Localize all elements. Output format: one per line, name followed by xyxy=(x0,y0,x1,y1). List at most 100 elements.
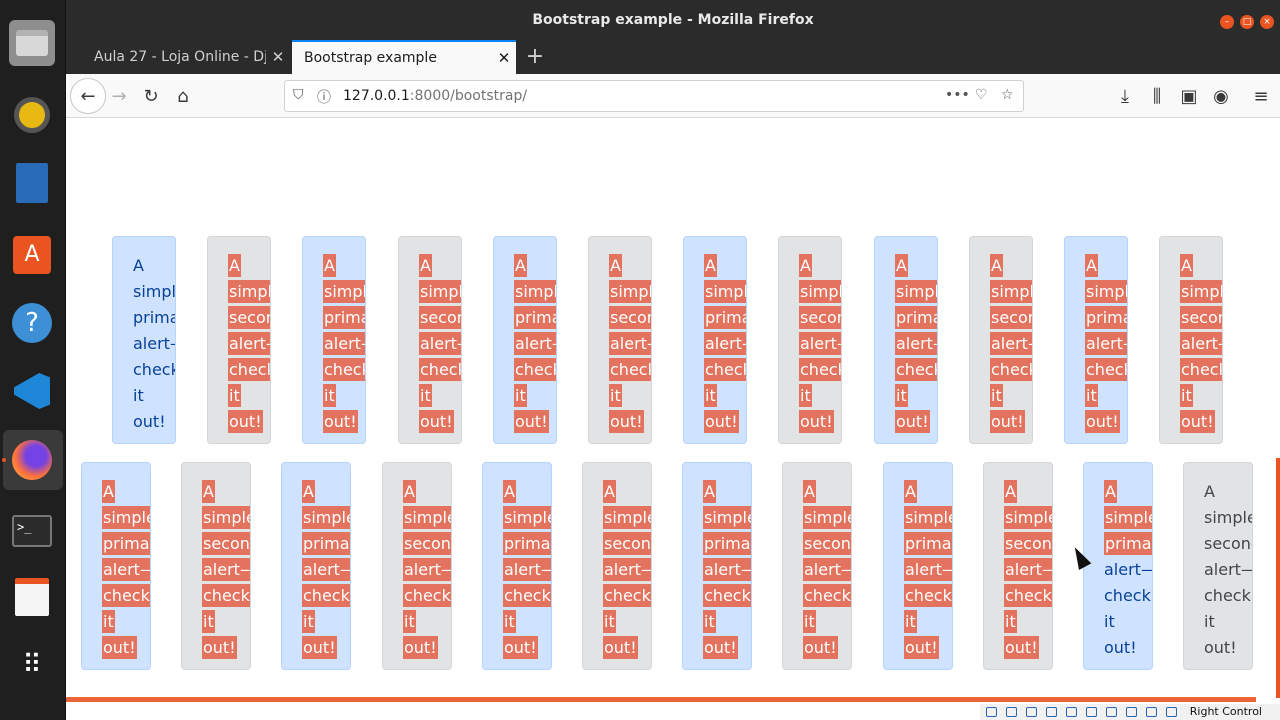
alert-word-text: secondary xyxy=(1204,534,1252,553)
alert-word-text: out! xyxy=(302,636,337,659)
bookmark-star-icon[interactable]: ☆ xyxy=(1001,87,1014,103)
alert-word: check xyxy=(403,583,451,609)
home-button[interactable]: ⌂ xyxy=(168,81,198,111)
alert-word: simple xyxy=(503,505,551,531)
tray-icon xyxy=(986,707,997,717)
page-actions-icon[interactable]: ••• xyxy=(945,87,970,103)
help-icon[interactable]: ? xyxy=(9,300,55,346)
files-icon[interactable] xyxy=(9,20,55,66)
alert-word-text: simple xyxy=(803,506,851,529)
libreoffice-writer-icon[interactable] xyxy=(9,160,55,206)
alert-word: alert— xyxy=(990,331,1032,357)
alert-secondary: Asimple secondary alert— check it out! xyxy=(782,462,852,670)
reload-button[interactable]: ↻ xyxy=(136,81,166,111)
alert-word-text: check xyxy=(323,358,365,381)
url-bar[interactable]: ⛉ ⓘ 127.0.0.1:8000/bootstrap/ ••• ♡ ☆ xyxy=(284,80,1024,112)
account-icon[interactable]: ◉ xyxy=(1206,81,1236,111)
alert-word-text: it xyxy=(1204,612,1215,631)
alert-word: primary xyxy=(1104,531,1152,557)
alert-word-text: alert— xyxy=(503,558,551,581)
info-icon[interactable]: ⓘ xyxy=(317,87,331,107)
tab-bootstrap-example[interactable]: Bootstrap example ✕ xyxy=(292,40,516,74)
alert-word-text: alert— xyxy=(703,558,751,581)
alert-secondary: Asimple secondary alert— check it out! xyxy=(1159,236,1223,444)
alert-word: alert— xyxy=(1085,331,1127,357)
alert-word: A xyxy=(1180,253,1222,279)
alert-word-text: simple xyxy=(1180,280,1222,303)
alert-word: simple xyxy=(419,279,461,305)
alert-word: out! xyxy=(133,409,175,435)
library-icon[interactable]: ⫼ xyxy=(1142,81,1172,111)
rhythmbox-icon[interactable] xyxy=(9,92,55,138)
vertical-scrollbar[interactable] xyxy=(1276,458,1280,698)
alert-word: A xyxy=(1085,253,1127,279)
forward-button[interactable]: → xyxy=(104,81,134,111)
alert-word-text: alert— xyxy=(895,332,937,355)
minimize-button[interactable]: – xyxy=(1220,15,1234,29)
terminal-icon[interactable]: >_ xyxy=(9,508,55,554)
alert-word: it xyxy=(419,383,461,409)
alert-secondary: Asimple secondary alert— check it out! xyxy=(582,462,652,670)
alert-word-text: check xyxy=(403,584,451,607)
alert-word: check xyxy=(202,583,250,609)
alert-word: out! xyxy=(904,635,952,661)
alert-word: simple xyxy=(1004,505,1052,531)
alert-word: alert— xyxy=(1180,331,1222,357)
alert-word-text: A xyxy=(503,480,516,503)
alert-word-text: out! xyxy=(228,410,263,433)
alert-word: it xyxy=(1104,609,1152,635)
firefox-icon[interactable] xyxy=(9,437,55,483)
menu-icon[interactable]: ≡ xyxy=(1246,81,1276,111)
shield-icon[interactable]: ⛉ xyxy=(293,87,304,103)
alert-word-text: primary xyxy=(704,306,746,329)
alert-word-text: simple xyxy=(514,280,556,303)
alert-word: primary xyxy=(133,305,175,331)
pocket-icon[interactable]: ♡ xyxy=(975,87,988,103)
downloads-icon[interactable]: ⤓ xyxy=(1110,81,1140,111)
close-tab-icon[interactable]: ✕ xyxy=(266,48,290,66)
alert-word: check xyxy=(1104,583,1152,609)
vm-status-tray: Right Control xyxy=(980,704,1280,720)
show-applications-icon[interactable]: ⠿ xyxy=(9,642,55,688)
alert-word: it xyxy=(603,609,651,635)
back-button[interactable]: ← xyxy=(70,78,106,114)
alert-word: primary xyxy=(895,305,937,331)
alert-word: secondary xyxy=(1204,531,1252,557)
alert-word: check xyxy=(228,357,270,383)
sidebar-icon[interactable]: ▣ xyxy=(1174,81,1204,111)
alert-word: secondary xyxy=(403,531,451,557)
software-center-icon[interactable]: A xyxy=(9,232,55,278)
alert-word: A xyxy=(799,253,841,279)
vscode-icon[interactable] xyxy=(9,368,55,414)
alert-word-text: secondary xyxy=(228,306,270,329)
alert-word: simple xyxy=(603,505,651,531)
alert-word-text: out! xyxy=(990,410,1025,433)
horizontal-scrollbar[interactable] xyxy=(66,697,1256,702)
tab-label: Aula 27 - Loja Online - Dj xyxy=(94,49,266,65)
alert-word: it xyxy=(1180,383,1222,409)
text-editor-icon[interactable] xyxy=(9,574,55,620)
alert-word-text: check xyxy=(1204,586,1251,605)
alert-word: simple xyxy=(1204,505,1252,531)
maximize-button[interactable]: □ xyxy=(1240,15,1254,29)
new-tab-button[interactable]: + xyxy=(522,44,548,70)
alert-word-text: A xyxy=(803,480,816,503)
alert-word-text: alert— xyxy=(102,558,150,581)
alert-word: simple xyxy=(803,505,851,531)
alert-word: simple xyxy=(228,279,270,305)
alert-word: check xyxy=(1085,357,1127,383)
alert-word: A xyxy=(990,253,1032,279)
alert-word: primary xyxy=(102,531,150,557)
alert-word: alert— xyxy=(419,331,461,357)
alert-word-text: primary xyxy=(904,532,952,555)
alert-word-text: simple xyxy=(1085,280,1127,303)
alert-word: A xyxy=(202,479,250,505)
close-tab-icon[interactable]: ✕ xyxy=(492,49,516,67)
tray-icon xyxy=(1066,707,1077,717)
alert-word: simple xyxy=(799,279,841,305)
tab-aula-27[interactable]: Aula 27 - Loja Online - Dj ✕ xyxy=(82,40,290,74)
alert-primary: Asimple primary alert— check it out! xyxy=(482,462,552,670)
alert-word: it xyxy=(323,383,365,409)
close-window-button[interactable]: × xyxy=(1260,15,1274,29)
url-text[interactable]: 127.0.0.1:8000/bootstrap/ xyxy=(343,88,527,104)
